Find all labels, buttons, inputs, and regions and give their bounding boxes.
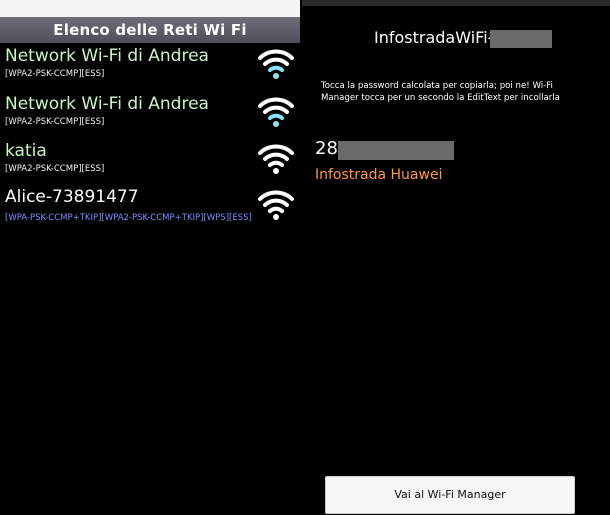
router-model: Infostrada Huawei: [315, 167, 443, 183]
network-title: InfostradaWiFi-: [374, 28, 494, 47]
list-header: Elenco delle Reti Wi Fi: [0, 17, 300, 43]
redacted-block: [338, 141, 454, 160]
network-ssid: Network Wi-Fi di Andrea: [5, 46, 209, 66]
wifi-manager-button[interactable]: Vai al Wi-Fi Manager: [325, 476, 575, 514]
network-item[interactable]: Network Wi-Fi di Andrea [WPA2-PSK-CCMP][…: [0, 93, 300, 139]
network-security: [WPA2-PSK-CCMP][ESS]: [5, 69, 105, 79]
network-item[interactable]: Alice-73891477 [WPA-PSK-CCMP+TKIP][WPA2-…: [0, 186, 300, 232]
wifi-signal-icon: [258, 49, 294, 79]
network-item[interactable]: katia [WPA2-PSK-CCMP][ESS]: [0, 140, 300, 186]
network-security: [WPA2-PSK-CCMP][ESS]: [5, 164, 105, 174]
wifi-list-screen: Elenco delle Reti Wi Fi Network Wi-Fi di…: [0, 0, 300, 515]
password-detail-screen: InfostradaWiFi- Tocca la password calcol…: [302, 0, 610, 515]
wifi-signal-icon: [258, 190, 294, 220]
network-ssid: Alice-73891477: [5, 187, 139, 207]
network-security: [WPA2-PSK-CCMP][ESS]: [5, 117, 105, 127]
screenshot-stage: Elenco delle Reti Wi Fi Network Wi-Fi di…: [0, 0, 610, 515]
instructions-text: Tocca la password calcolata per copiarla…: [321, 81, 560, 103]
top-strip: [0, 0, 300, 17]
calculated-password[interactable]: 28: [315, 138, 338, 160]
network-security: [WPA-PSK-CCMP+TKIP][WPA2-PSK-CCMP+TKIP][…: [5, 213, 252, 223]
network-ssid: Network Wi-Fi di Andrea: [5, 94, 209, 114]
top-strip: [302, 0, 610, 6]
wifi-signal-icon: [258, 97, 294, 127]
network-ssid: katia: [5, 141, 47, 161]
redacted-block: [490, 30, 552, 48]
wifi-signal-icon: [258, 144, 294, 174]
network-item[interactable]: Network Wi-Fi di Andrea [WPA2-PSK-CCMP][…: [0, 45, 300, 91]
